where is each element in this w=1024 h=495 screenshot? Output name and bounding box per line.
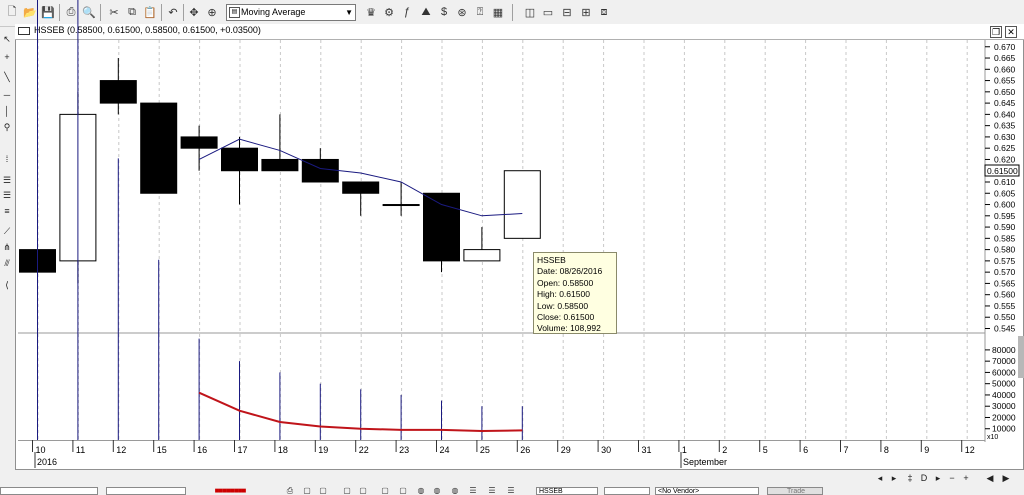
date-tick-label: 19 [318, 445, 328, 455]
volume-tick-label: 80000 [992, 345, 1016, 355]
date-tick-label: 1 [682, 445, 687, 455]
last-price-label: 0.61500 [987, 166, 1018, 176]
date-tick-label: 6 [803, 445, 808, 455]
chart-grid [37, 40, 968, 440]
date-tick-label: 11 [76, 445, 85, 455]
volume-tick-label: 60000 [992, 367, 1016, 377]
tooltip-volume: Volume: 108,992 [537, 323, 601, 334]
price-tick-label: 0.630 [994, 132, 1016, 142]
price-tick-label: 0.585 [994, 233, 1016, 243]
date-tick-label: 12 [116, 445, 126, 455]
date-tick-label: 8 [884, 445, 889, 455]
price-tick-label: 0.605 [994, 188, 1016, 198]
date-axis: 10 11 12 15 16 17 18 19 22 23 24 25 26 29 30 31 1 2 5 6 7 8 9 1… [32, 440, 975, 455]
bottom-toolbar: ◂ ▸ ‡ D ▸ − + ◀ ▶ ■■■■■■■■ ⎙ ▢ ▢ ▢ ▢ ▢ ▢… [0, 470, 1024, 495]
candle-body [382, 204, 420, 207]
date-tick-label: 12 [965, 445, 975, 455]
data-tooltip: HSSEB Date: 08/26/2016 Open: 0.58500 Hig… [533, 252, 617, 334]
month-label: September [683, 457, 727, 467]
volume-tick-label: 20000 [992, 412, 1016, 422]
tooltip-open: Open: 0.58500 [537, 277, 594, 288]
price-tick-label: 0.570 [994, 267, 1016, 277]
price-tick-label: 0.560 [994, 290, 1016, 300]
year-label: 2016 [37, 457, 57, 467]
candle-body [463, 249, 501, 262]
candle-body [140, 102, 178, 194]
tooltip-date: Date: 08/26/2016 [537, 266, 603, 277]
price-tick-label: 0.670 [994, 42, 1016, 52]
zoom-in-icon[interactable]: + [960, 472, 972, 484]
date-tick-label: 31 [642, 445, 652, 455]
price-tick-label: 0.645 [994, 98, 1016, 108]
increase-bars-icon[interactable]: ▸ [932, 472, 944, 484]
price-tick-label: 0.610 [994, 177, 1016, 187]
candle-body [261, 158, 299, 172]
tooltip-low: Low: 0.58500 [537, 300, 589, 311]
date-tick-label: 23 [399, 445, 409, 455]
daily-period-icon[interactable]: D [918, 472, 930, 484]
zoom-out-icon[interactable]: − [946, 472, 958, 484]
scroll-left-icon[interactable]: ◂ [874, 472, 886, 484]
price-tick-label: 0.580 [994, 245, 1016, 255]
date-tick-label: 10 [36, 445, 46, 455]
tooltip-high: High: 0.61500 [537, 289, 590, 300]
volume-tick-label: 70000 [992, 356, 1016, 366]
price-tick-label: 0.635 [994, 121, 1016, 131]
price-tick-label: 0.665 [994, 53, 1016, 63]
page-right-icon[interactable]: ▶ [1000, 472, 1012, 484]
date-tick-label: 18 [278, 445, 288, 455]
price-tick-label: 0.625 [994, 143, 1016, 153]
tooltip-close: Close: 0.61500 [537, 312, 595, 323]
price-axis: 0.6700.6650.660 0.6550.6500.6450.640 0.635… [985, 42, 1016, 333]
date-tick-label: 24 [440, 445, 450, 455]
candle-body [180, 136, 218, 149]
volume-tick-label: 30000 [992, 401, 1016, 411]
date-tick-label: 5 [763, 445, 768, 455]
volume-tick-label: 40000 [992, 390, 1016, 400]
price-tick-label: 0.620 [994, 154, 1016, 164]
price-tick-label: 0.550 [994, 312, 1016, 322]
date-tick-label: 9 [924, 445, 929, 455]
volume-pane-scrollbar [1018, 336, 1024, 378]
date-tick-label: 17 [238, 445, 248, 455]
price-chart[interactable]: 0.6700.6650.660 0.6550.6500.6450.640 0.635… [0, 0, 1024, 494]
date-tick-label: 16 [197, 445, 207, 455]
price-tick-label: 0.545 [994, 323, 1016, 333]
volume-tick-label: 10000 [992, 424, 1016, 434]
candle-body [342, 181, 380, 194]
price-tick-label: 0.655 [994, 76, 1016, 86]
price-tick-label: 0.590 [994, 222, 1016, 232]
date-tick-label: 22 [359, 445, 369, 455]
decrease-bars-icon[interactable]: ‡ [904, 472, 916, 484]
volume-axis: 800007000060000 50000400003000020000 10000 [985, 345, 1016, 434]
page-left-icon[interactable]: ◀ [984, 472, 996, 484]
candle-body [423, 192, 460, 262]
scroll-right-icon[interactable]: ▸ [888, 472, 900, 484]
price-tick-label: 0.555 [994, 301, 1016, 311]
price-tick-label: 0.600 [994, 200, 1016, 210]
date-tick-label: 2 [722, 445, 727, 455]
volume-tick-label: 50000 [992, 379, 1016, 389]
candle-body [221, 147, 258, 172]
date-tick-label: 30 [601, 445, 611, 455]
tooltip-symbol: HSSEB [537, 255, 566, 265]
date-tick-label: 25 [480, 445, 490, 455]
date-tick-label: 15 [157, 445, 167, 455]
price-tick-label: 0.575 [994, 256, 1016, 266]
date-tick-label: 7 [844, 445, 849, 455]
volume-multiplier-label: x10 [987, 434, 998, 441]
candle-body [503, 170, 541, 239]
price-tick-label: 0.660 [994, 64, 1016, 74]
price-tick-label: 0.565 [994, 278, 1016, 288]
date-tick-label: 29 [561, 445, 571, 455]
price-tick-label: 0.650 [994, 87, 1016, 97]
date-tick-label: 26 [520, 445, 530, 455]
price-tick-label: 0.640 [994, 109, 1016, 119]
price-tick-label: 0.595 [994, 211, 1016, 221]
candle-body [99, 80, 137, 104]
